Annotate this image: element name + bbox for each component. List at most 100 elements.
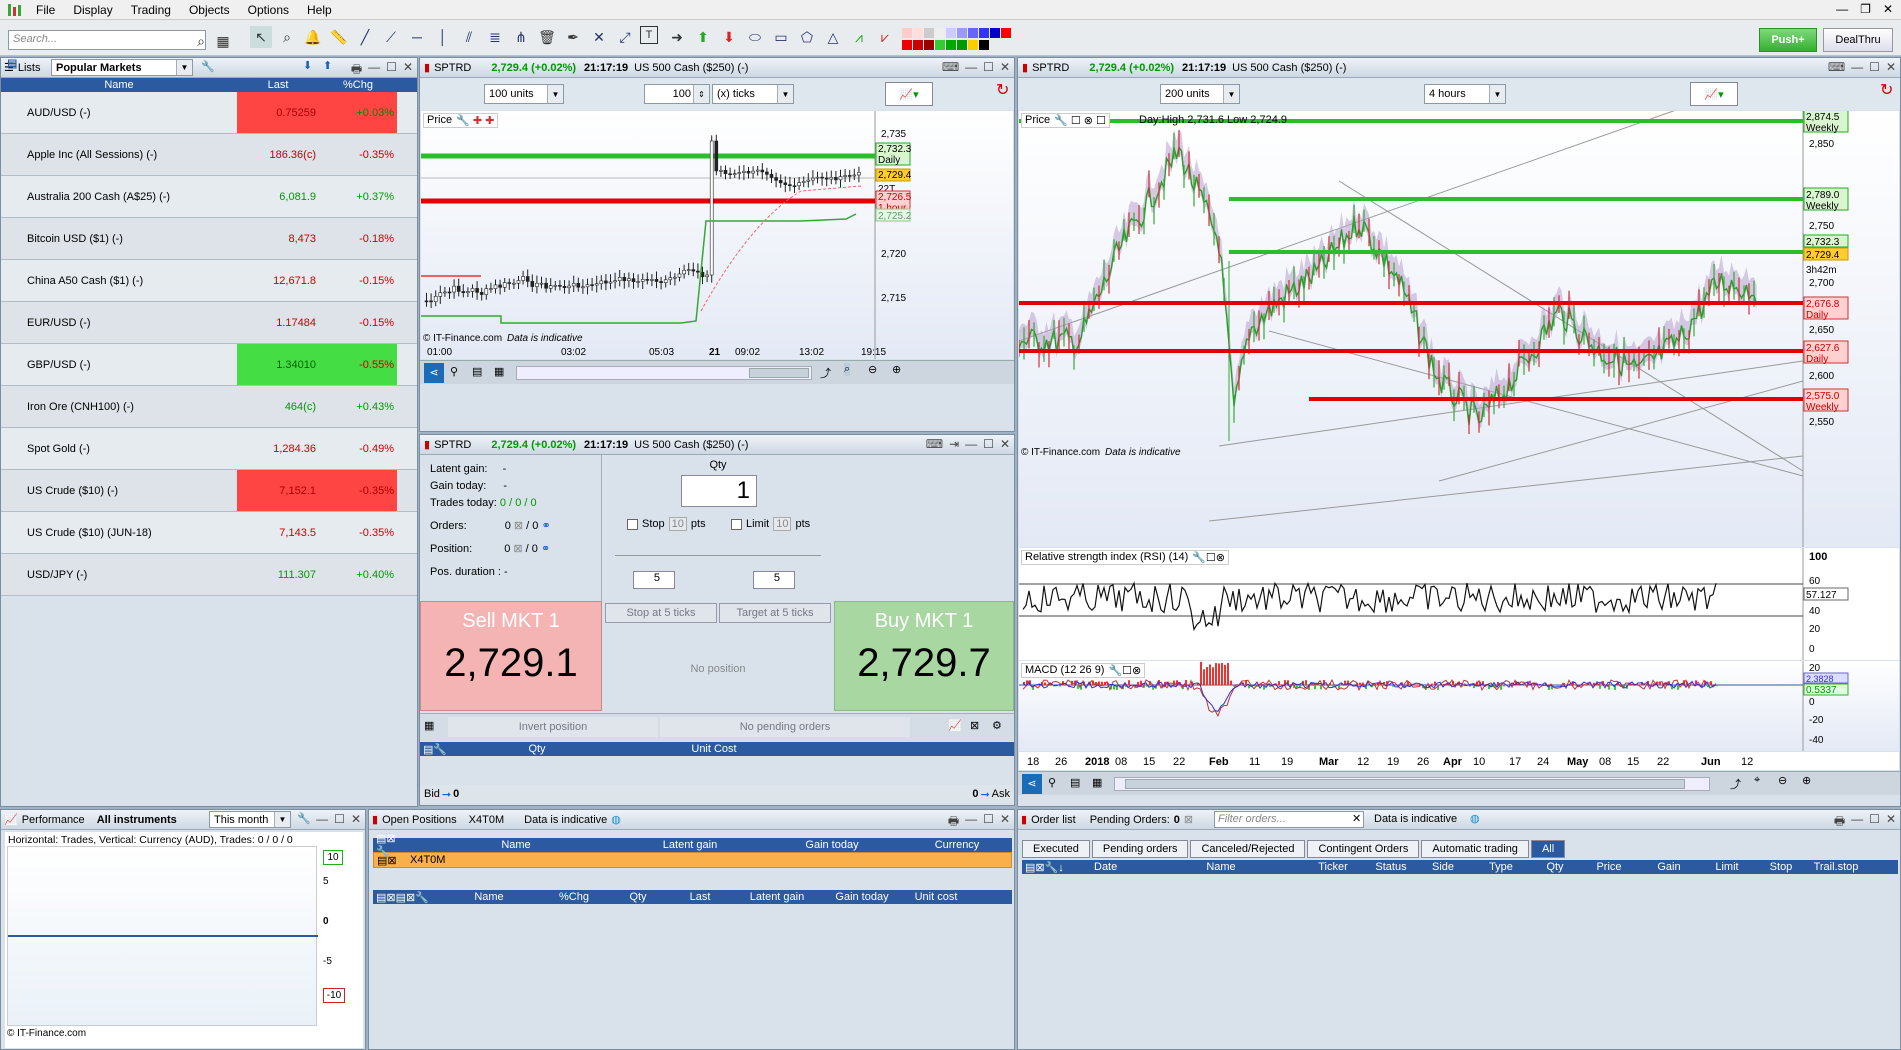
horizontal-line-icon[interactable]: ─ xyxy=(406,26,428,48)
chart2-plot[interactable]: 2,874.5Weekly2,8502,789.0Weekly2,7502,73… xyxy=(1019,111,1899,547)
close-icon[interactable]: ✕ xyxy=(403,60,413,81)
zoom-out-icon[interactable]: ⊖ xyxy=(868,363,877,376)
minimize-icon[interactable]: — xyxy=(316,812,328,826)
channel-icon[interactable]: ⫽ xyxy=(458,26,480,48)
ticket-ticker[interactable]: SPTRD xyxy=(434,439,471,451)
pin-icon[interactable]: ⇥ xyxy=(949,437,959,451)
list-item[interactable]: ▤ Bitcoin USD ($1) (-) 8,473 -0.18% xyxy=(1,58,417,260)
print-icon[interactable]: 🖶 xyxy=(948,812,959,833)
maximize-icon[interactable]: ☐ xyxy=(983,437,994,451)
col-side[interactable]: Side xyxy=(1416,861,1470,873)
chart1-scrollbar[interactable] xyxy=(516,366,812,380)
macd-label[interactable]: MACD (12 26 9) 🔧☐⊗ xyxy=(1021,663,1146,678)
tab-canceled-rejected[interactable]: Canceled/Rejected xyxy=(1190,840,1306,858)
crosshair-icon[interactable]: ⌖ xyxy=(1754,774,1760,787)
col-gain[interactable]: Gain xyxy=(1640,861,1698,873)
chart2-area[interactable]: 2,874.5 Weekly 2,850 2,789.0 Weekly 2,750 2,73… xyxy=(1019,111,1899,547)
limit-checkbox[interactable] xyxy=(731,518,742,530)
push-button[interactable]: Push+ xyxy=(1759,28,1817,52)
target-step-input[interactable]: 5 xyxy=(753,571,795,589)
chart1-ticks-select[interactable]: (x) ticks ▼ xyxy=(712,84,794,104)
limit-input[interactable]: 10 xyxy=(773,517,792,531)
qty-input[interactable]: 1 xyxy=(681,475,757,507)
share-icon[interactable]: ⋖ xyxy=(1022,774,1042,794)
gann-icon[interactable]: ⤢ xyxy=(614,26,636,48)
macd-plot[interactable]: 202.38280.53370 -20 -40 xyxy=(1019,661,1899,751)
menu-help[interactable]: Help xyxy=(298,3,341,17)
maximize-icon[interactable]: ☐ xyxy=(1869,812,1880,833)
zoom-fit-icon[interactable]: ⌕ xyxy=(844,363,851,376)
dealthru-button[interactable]: DealThru xyxy=(1823,28,1893,52)
list-settings-icon[interactable]: 🔧 xyxy=(201,60,215,73)
col-currency[interactable]: Currency xyxy=(907,839,1007,851)
chart2-units-select[interactable]: 200 units ▼ xyxy=(1160,84,1240,104)
list-item[interactable]: ▤ Apple Inc (All Sessions) (-) 186.36(c) -0… xyxy=(1,58,417,176)
alert-bell-icon[interactable]: 🔔 xyxy=(302,26,324,48)
performance-plot[interactable] xyxy=(7,846,318,1026)
screens-icon[interactable]: ▦ xyxy=(212,30,234,52)
search-input[interactable]: Search... xyxy=(8,30,206,50)
stop-input[interactable]: 10 xyxy=(668,517,687,531)
cursor-icon[interactable]: ↖ xyxy=(250,26,272,48)
position-row[interactable]: ▤⊠ X4T0M xyxy=(373,852,1012,868)
trendline-icon[interactable]: ╱ xyxy=(354,26,376,48)
menu-display[interactable]: Display xyxy=(64,3,121,17)
minimize-icon[interactable]: — xyxy=(368,60,380,81)
col-name[interactable]: Name xyxy=(437,891,541,903)
minimize-icon[interactable]: — xyxy=(965,812,977,833)
col-qty[interactable]: Qty xyxy=(1532,861,1578,873)
vertical-line-icon[interactable]: │ xyxy=(432,26,454,48)
list-item[interactable]: ▤ US Crude ($10) (-) 7,152.1 -0.35% xyxy=(1,58,417,512)
delete-objects-icon[interactable]: 🗑 xyxy=(536,26,558,48)
tab-automatic-trading[interactable]: Automatic trading xyxy=(1421,840,1529,858)
calculator-icon[interactable]: ▤ xyxy=(1070,776,1080,789)
share-icon[interactable]: ⋖ xyxy=(424,363,444,383)
maximize-icon[interactable]: ☐ xyxy=(386,60,397,81)
close-icon[interactable]: ✕ xyxy=(1000,437,1010,451)
close-icon[interactable]: ✕ xyxy=(1000,60,1010,74)
minimize-icon[interactable]: — xyxy=(1851,60,1863,74)
config-icon[interactable]: ▤🔧 xyxy=(420,743,450,756)
macd-pane[interactable]: 20 2.3828 0.5337 0 -20 -40 MACD (12 26 9) 🔧☐⊗ xyxy=(1019,661,1899,751)
rectangle-icon[interactable]: ▭ xyxy=(770,26,792,48)
ray-icon[interactable]: ⟋ xyxy=(380,26,402,48)
col-name[interactable]: Name xyxy=(1142,861,1300,873)
triangle-icon[interactable]: △ xyxy=(822,26,844,48)
filter-orders-input[interactable]: Filter orders... xyxy=(1214,811,1364,828)
print-icon[interactable]: 🖶 xyxy=(1834,812,1845,833)
move-up-icon[interactable]: ⬆ xyxy=(323,59,332,72)
chart-type-icon[interactable]: 📈▾ xyxy=(885,82,933,106)
col-unit-cost[interactable]: Unit Cost xyxy=(624,743,804,755)
refresh-icon[interactable]: ↻ xyxy=(1880,80,1893,100)
tab-all[interactable]: All xyxy=(1530,840,1566,858)
ruler-icon[interactable]: 📏 xyxy=(328,26,350,48)
orders-cancel-icon[interactable]: ⊠ xyxy=(514,520,523,532)
list-item[interactable]: ▤ Spot Gold (-) 1,284.36 -0.49% xyxy=(1,58,417,470)
fibonacci-icon[interactable]: ≣ xyxy=(484,26,506,48)
buy-market-button[interactable]: Buy MKT 1 2,729.7 xyxy=(834,601,1014,711)
refresh-icon[interactable]: ↻ xyxy=(996,80,1009,100)
maximize-icon[interactable]: ☐ xyxy=(1869,60,1880,74)
sell-market-button[interactable]: Sell MKT 1 2,729.1 xyxy=(420,601,602,711)
list-item[interactable]: ▤ Iron Ore (CNH100) (-) 464(c) +0.43% xyxy=(1,58,417,428)
list-selector[interactable]: Popular Markets ▼ xyxy=(51,59,193,76)
rsi-label[interactable]: Relative strength index (RSI) (14) 🔧☐⊗ xyxy=(1021,550,1230,565)
performance-filter[interactable]: All instruments xyxy=(97,814,177,826)
col-latent-gain[interactable]: Latent gain xyxy=(623,839,757,851)
col-name[interactable]: Name xyxy=(409,839,623,851)
col-trail-stop[interactable]: Trail.stop xyxy=(1806,861,1866,873)
tab-executed[interactable]: Executed xyxy=(1022,840,1090,858)
col-status[interactable]: Status xyxy=(1366,861,1416,873)
table-icon[interactable]: ▦ xyxy=(494,365,504,378)
magic-wand-icon[interactable]: ✒ xyxy=(562,26,584,48)
target-at-button[interactable]: Target at 5 ticks xyxy=(719,603,831,623)
calculator-icon[interactable]: ▤ xyxy=(472,365,482,378)
minimize-icon[interactable]: — xyxy=(965,60,977,74)
close-icon[interactable]: ✕ xyxy=(1000,812,1010,833)
col-unit-cost[interactable]: Unit cost xyxy=(901,891,971,903)
cancel-all-icon[interactable]: ⊠ xyxy=(1184,813,1193,826)
col-qty[interactable]: Qty xyxy=(607,891,669,903)
maximize-icon[interactable]: ☐ xyxy=(334,812,345,826)
chart1-ticks-input[interactable]: 100 ⇕ xyxy=(644,84,710,104)
col-ticker[interactable]: Ticker xyxy=(1300,861,1366,873)
